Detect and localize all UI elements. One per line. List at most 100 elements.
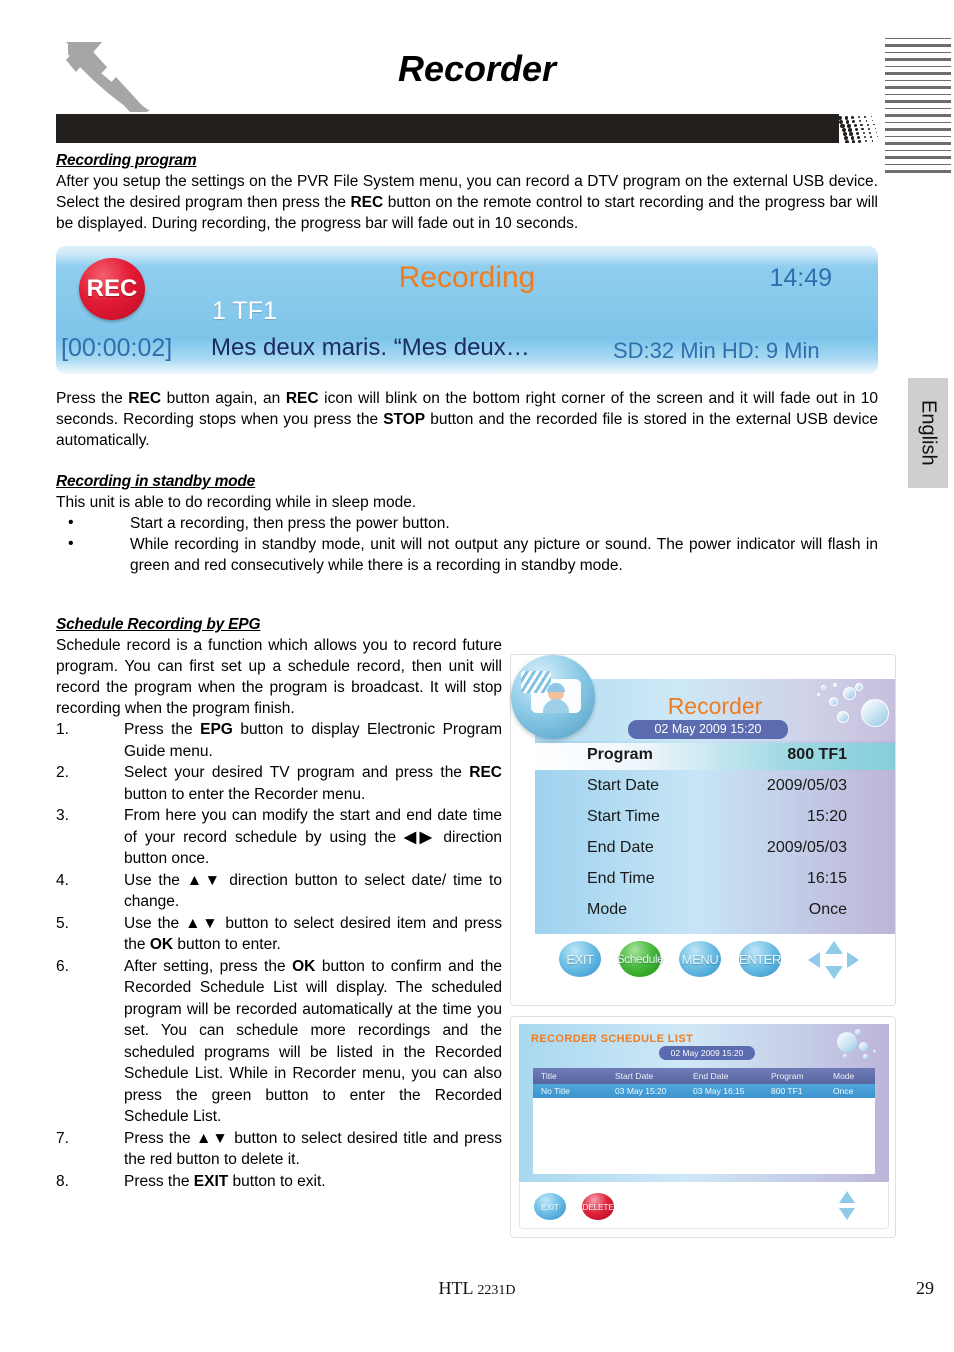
step-bold-token: OK [149, 936, 174, 953]
recorder-menu-footer-buttons: EXIT Schedule MENU ENTER [535, 934, 895, 985]
epg-step-3: 3. From here you can modify the start and… [56, 805, 502, 870]
page-title: Recorder [397, 48, 557, 89]
row-label: End Date [587, 839, 654, 856]
header-rule-halftone [836, 114, 878, 143]
recorder-menu-screenshot: Recorder 02 May 2009 15:20 Program 800 TF… [510, 654, 896, 1006]
bubble-shape [843, 1054, 847, 1058]
bubble-shape [843, 687, 856, 700]
recorder-menu-row-start-time[interactable]: Start Time 15:20 [535, 805, 895, 832]
row-label: Program [587, 746, 653, 763]
step-bold-token: EPG [200, 721, 233, 738]
heading-recording-standby: Recording in standby mode [56, 473, 256, 490]
step-number: 7. [56, 1129, 69, 1147]
arrow-right-icon [847, 952, 859, 968]
page-number: 29 [916, 1278, 934, 1298]
direction-pad-icon[interactable] [807, 940, 861, 980]
step-text: Select your desired TV program and press… [124, 764, 470, 781]
recording-elapsed-time: [00:00:02] [61, 334, 173, 362]
bold-rec: REC [128, 390, 162, 407]
arrow-up-icon [825, 941, 843, 954]
model-suffix: 2231D [477, 1283, 516, 1298]
schedule-list-panel: RECORDER SCHEDULE LIST 02 May 2009 15:20… [519, 1024, 889, 1182]
step-number: 5. [56, 914, 69, 932]
arrow-up-icon [839, 1191, 855, 1203]
recorder-menu-row-mode[interactable]: Mode Once [535, 898, 895, 925]
language-side-tab: English [908, 378, 948, 488]
column-header-title: Title [541, 1071, 557, 1081]
step-number: 2. [56, 764, 69, 781]
bubble-shape [837, 711, 849, 723]
table-cell: 03 May 15:20 [615, 1086, 667, 1096]
osd-button-delete[interactable]: DELETE [582, 1193, 614, 1220]
bubble-shape [833, 683, 837, 687]
schedule-list-title: RECORDER SCHEDULE LIST [531, 1033, 694, 1045]
page-header: Recorder [0, 0, 954, 173]
table-body: No Title 03 May 15:20 03 May 16:15 800 TF1 O… [533, 1084, 875, 1098]
text-part: button again, an [161, 390, 286, 407]
table-cell: 03 May 16:15 [693, 1086, 745, 1096]
recorder-menu-row-end-date[interactable]: End Date 2009/05/03 [535, 836, 895, 863]
paragraph-after-bar: Press the REC button again, an REC icon … [56, 388, 878, 451]
row-value: Once [808, 901, 847, 918]
recording-capacity: SD:32 Min HD: 9 Min [613, 338, 820, 363]
heading-recording-program: Recording program [56, 152, 197, 169]
table-row[interactable]: No Title 03 May 15:20 03 May 16:15 800 TF1 O… [533, 1084, 875, 1098]
recording-osd-bar: REC Recording 14:49 1 TF1 [00:00:02] Mes… [56, 246, 878, 374]
column-header-end-date: End Date [693, 1071, 729, 1081]
recorder-menu-panel: Recorder 02 May 2009 15:20 Program 800 TF… [535, 679, 895, 985]
list-item: While recording in standby mode, unit wi… [56, 533, 878, 576]
bubble-shape [861, 699, 889, 727]
schedule-list-footer-buttons: EXIT DELETE [519, 1183, 889, 1229]
step-text: button to exit. [228, 1172, 326, 1190]
recorder-menu-row-program[interactable]: Program 800 TF1 [535, 743, 895, 770]
row-value: 16:15 [806, 870, 847, 887]
table-cell: No Title [541, 1086, 570, 1096]
table-header-row: Title Start Date End Date Program Mode [533, 1068, 875, 1084]
osd-button-schedule[interactable]: Schedule [617, 941, 664, 977]
bubbles-decoration [815, 681, 891, 739]
schedule-list-screenshot: RECORDER SCHEDULE LIST 02 May 2009 15:20… [510, 1016, 896, 1238]
osd-button-exit[interactable]: EXIT [534, 1193, 566, 1220]
recording-program-title: Mes deux maris. “Mes deux… [211, 334, 530, 361]
step-number: 8. [56, 1172, 69, 1190]
up-down-arrows-icon[interactable] [838, 1191, 858, 1223]
step-bold-token: ▲▼ [186, 871, 223, 889]
bubble-shape [837, 1032, 857, 1052]
page-footer: HTL 2231D 29 [0, 1278, 954, 1318]
osd-button-menu[interactable]: MENU [679, 941, 721, 977]
recorder-menu-datetime: 02 May 2009 15:20 [628, 720, 788, 739]
model-prefix: HTL [438, 1278, 478, 1298]
step-text: Press the [124, 1172, 194, 1190]
bubble-shape [817, 693, 820, 696]
arrow-left-icon [808, 952, 820, 968]
recorder-menu-row-start-date[interactable]: Start Date 2009/05/03 [535, 774, 895, 801]
row-value: 800 TF1 [787, 746, 847, 763]
bold-rec: REC [350, 194, 384, 211]
epg-step-8: 8. Press the EXIT button to exit. [56, 1171, 502, 1193]
arrow-down-icon [825, 966, 843, 979]
row-label: Start Time [587, 808, 660, 825]
column-header-program: Program [771, 1071, 804, 1081]
bubble-shape [859, 1042, 868, 1051]
step-bold-token: EXIT [193, 1172, 229, 1190]
step-bold-token: ◀▶ [404, 828, 436, 846]
model-name: HTL 2231D [0, 1278, 954, 1299]
row-value: 2009/05/03 [766, 839, 847, 856]
step-bold-token: OK [292, 957, 316, 975]
step-text: Press the ▲▼ button to select desired ti… [124, 1129, 502, 1169]
schedule-list-datetime: 02 May 2009 15:20 [659, 1046, 755, 1060]
epg-step-4: 4. Use the ▲▼ direction button to select … [56, 870, 502, 913]
paragraph-epg-intro: Schedule record is a function which allo… [56, 637, 502, 717]
schedule-table: Title Start Date End Date Program Mode No Ti… [533, 1068, 875, 1174]
osd-button-exit[interactable]: EXIT [559, 941, 601, 977]
epg-step-5: 5. Use the ▲▼ button to select desired it… [56, 913, 502, 956]
paragraph-standby-intro: This unit is able to do recording while … [56, 494, 417, 511]
step-text: button to enter. [173, 936, 281, 953]
paragraph-recording-program: After you setup the settings on the PVR … [56, 171, 878, 234]
osd-button-enter[interactable]: ENTER [739, 941, 781, 977]
row-label: End Time [587, 870, 655, 887]
epg-step-list: 1. Press the EPG button to display Electr… [56, 719, 502, 1192]
recorder-menu-row-end-time[interactable]: End Time 16:15 [535, 867, 895, 894]
step-bold-token: REC [469, 764, 502, 781]
bubble-shape [855, 1029, 861, 1035]
